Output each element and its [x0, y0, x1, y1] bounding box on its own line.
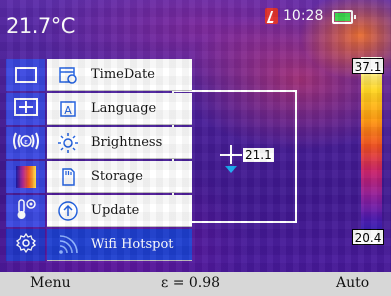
storage-card-icon — [55, 164, 81, 190]
menu-item-language[interactable]: A Language — [47, 93, 192, 125]
menu-row-update: Update — [4, 194, 192, 228]
battery-icon — [332, 10, 356, 24]
svg-text:A: A — [64, 104, 72, 117]
palette-icon — [15, 166, 36, 188]
auto-softkey[interactable]: Auto — [336, 275, 369, 291]
menu-row-brightness: ε Brightness — [4, 126, 192, 160]
crosshair-icon — [220, 145, 242, 167]
thermometer-settings-icon — [14, 197, 38, 225]
clock: 10:28 — [283, 8, 324, 24]
settings-gear-icon — [15, 232, 37, 258]
menu-row-wifi-hotspot: Wifi Hotspot — [4, 228, 192, 262]
scale-min-value: 20.4 — [352, 229, 384, 245]
menu-item-label: Language — [91, 101, 157, 116]
target-box-icon — [13, 98, 38, 120]
spot-temperature-value: 21.1 — [243, 148, 274, 162]
menu-item-timedate[interactable]: TimeDate — [47, 59, 192, 91]
category-frame-button[interactable] — [6, 59, 45, 91]
language-icon: A — [55, 96, 81, 122]
menu-item-label: TimeDate — [91, 67, 155, 82]
status-bar: 10:28 — [241, 6, 391, 28]
recording-icon — [265, 8, 278, 24]
menu-row-language: A Language — [4, 92, 192, 126]
min-spot-marker-icon — [225, 166, 237, 173]
menu-item-label: Update — [91, 203, 140, 218]
wifi-icon — [55, 232, 81, 258]
brightness-icon — [55, 130, 81, 156]
menu-item-brightness[interactable]: Brightness — [47, 127, 192, 159]
menu-item-label: Storage — [91, 169, 143, 184]
category-emissivity-button[interactable]: ε — [6, 127, 45, 159]
category-thermometer-settings-button[interactable] — [6, 195, 45, 227]
scale-max-value: 37.1 — [352, 58, 384, 74]
menu-row-storage: Storage — [4, 160, 192, 194]
thermal-camera-screen: 21.7°C 10:28 21.1 37.1 20.4 TimeDate A L… — [0, 0, 391, 296]
menu-softkey[interactable]: Menu — [30, 275, 71, 291]
menu-item-wifi-hotspot[interactable]: Wifi Hotspot — [47, 229, 192, 261]
bottom-bar: Menu ε = 0.98 Auto — [0, 272, 391, 296]
category-settings-button[interactable] — [6, 229, 45, 261]
menu-item-label: Brightness — [91, 135, 163, 150]
calendar-clock-icon — [55, 62, 81, 88]
settings-menu: TimeDate A Language ε Brightness Storage… — [4, 58, 192, 272]
menu-item-update[interactable]: Update — [47, 195, 192, 227]
color-scale-bar — [361, 57, 382, 242]
menu-item-storage[interactable]: Storage — [47, 161, 192, 193]
update-arrow-icon — [55, 198, 81, 224]
category-palette-button[interactable] — [6, 161, 45, 193]
emissivity-value: ε = 0.98 — [161, 275, 221, 291]
svg-text:ε: ε — [24, 138, 28, 146]
emissivity-icon: ε — [11, 130, 41, 156]
menu-row-timedate: TimeDate — [4, 58, 192, 92]
center-temperature: 21.7°C — [6, 14, 75, 38]
category-target-button[interactable] — [6, 93, 45, 125]
frame-icon — [14, 67, 37, 83]
menu-item-label: Wifi Hotspot — [91, 237, 174, 252]
